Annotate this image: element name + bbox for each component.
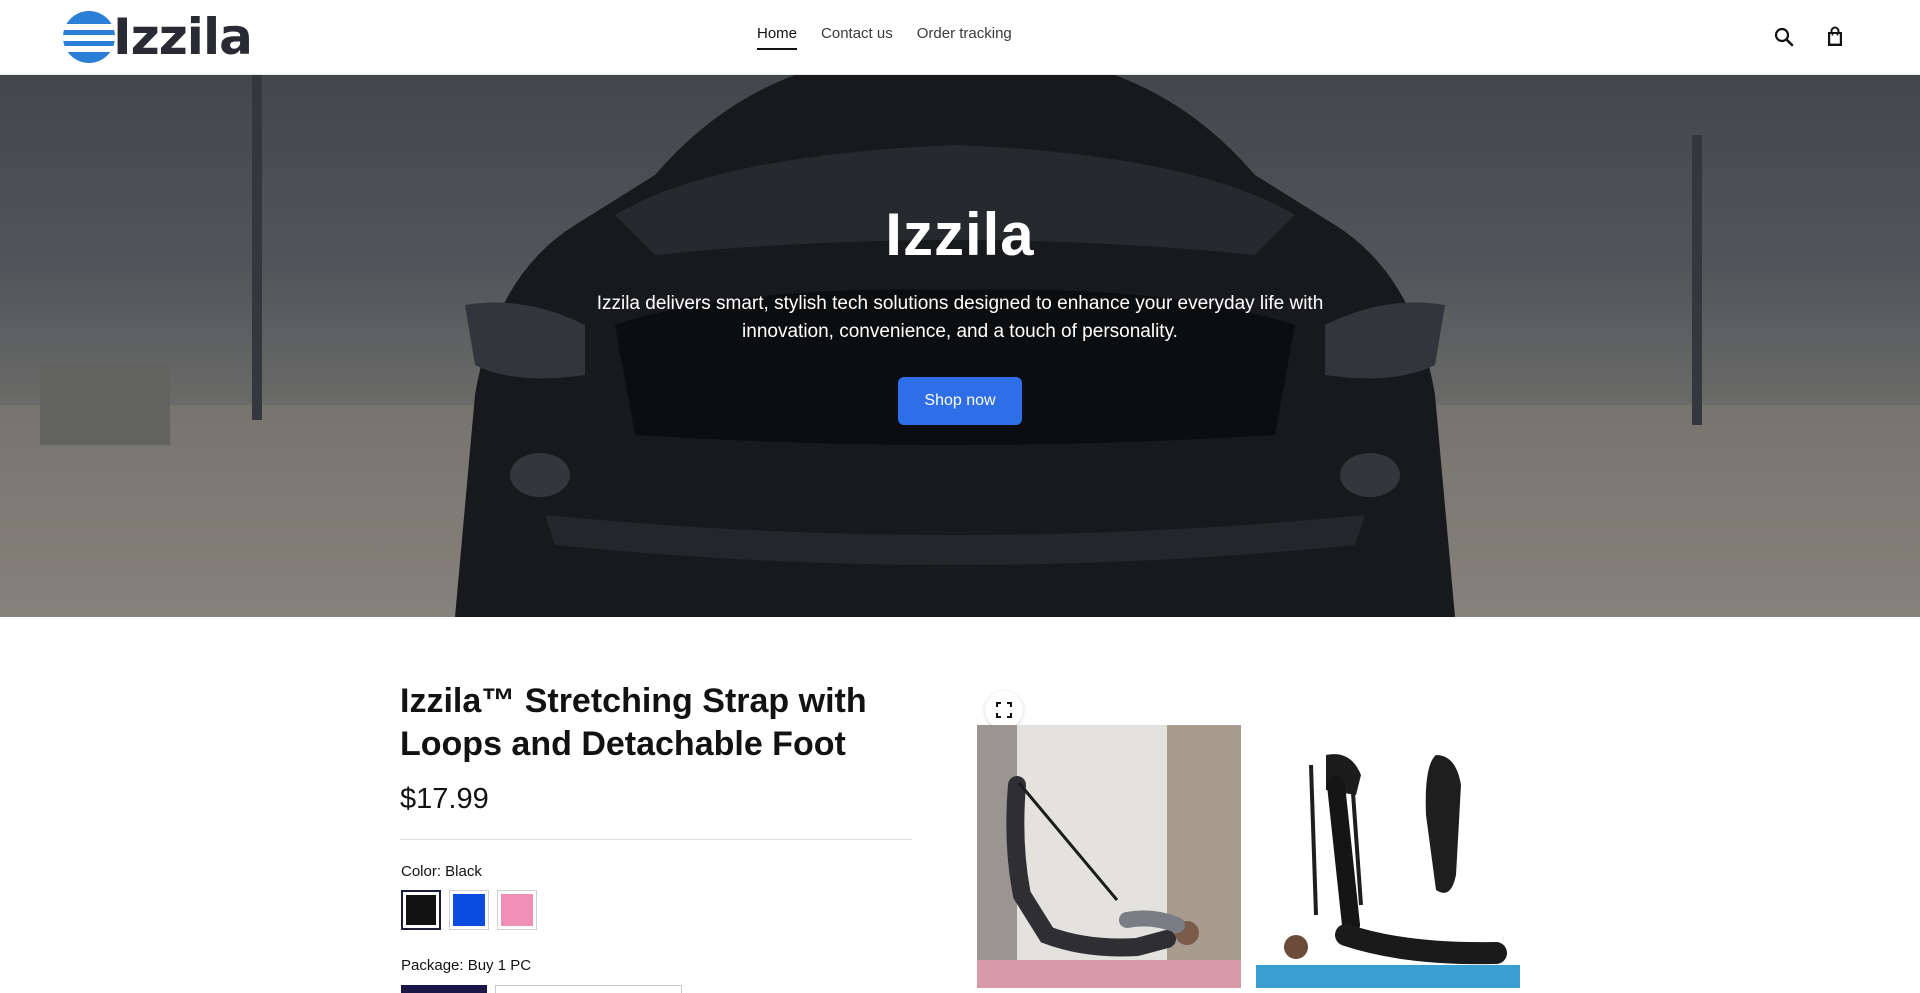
search-icon[interactable] <box>1772 25 1796 49</box>
nav-order-tracking[interactable]: Order tracking <box>917 25 1012 50</box>
main-nav: Home Contact us Order tracking <box>757 25 1012 50</box>
color-option-label: Color: Black <box>401 863 482 880</box>
fullscreen-button[interactable] <box>985 691 1023 729</box>
site-header: Izzila Home Contact us Order tracking <box>0 0 1920 75</box>
product-price: $17.99 <box>400 783 489 815</box>
product-title: Izzila™ Stretching Strap with Loops and … <box>400 682 867 763</box>
brand-name: Izzila <box>113 8 253 66</box>
brand-logo[interactable]: Izzila <box>63 8 253 66</box>
hero-overlay <box>0 75 1920 617</box>
package-option-2[interactable] <box>495 985 682 993</box>
color-swatch-black[interactable] <box>401 890 441 930</box>
nav-contact-us[interactable]: Contact us <box>821 25 893 50</box>
expand-icon <box>996 702 1012 718</box>
color-swatch-blue[interactable] <box>449 890 489 930</box>
hero-banner: Izzila Izzila delivers smart, stylish te… <box>0 75 1920 617</box>
gallery-image-yoga[interactable] <box>977 725 1241 988</box>
package-option-buy-1[interactable] <box>401 985 487 993</box>
color-swatch-pink[interactable] <box>497 890 537 930</box>
shop-now-button[interactable]: Shop now <box>898 377 1022 425</box>
package-option-label: Package: Buy 1 PC <box>401 957 532 974</box>
nav-home[interactable]: Home <box>757 25 798 50</box>
cart-icon[interactable] <box>1823 25 1847 49</box>
hero-subtitle: Izzila delivers smart, stylish tech solu… <box>596 293 1324 342</box>
divider <box>400 839 912 840</box>
gallery-image-product[interactable] <box>1256 725 1520 988</box>
logo-mark-icon <box>63 11 115 63</box>
hero-title: Izzila <box>885 201 1035 268</box>
